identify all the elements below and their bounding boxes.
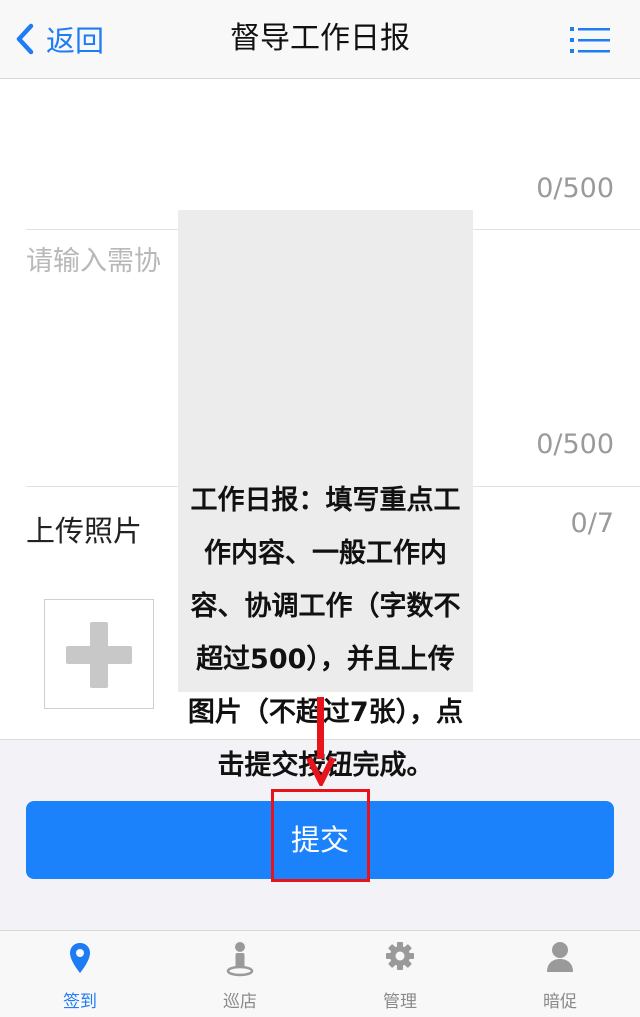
annotation-arrow-shaft xyxy=(317,697,324,759)
person-on-spot-icon xyxy=(226,942,254,977)
nav-bar: 返回 督导工作日报 xyxy=(0,0,640,79)
field2-counter: 0/500 xyxy=(536,429,614,460)
tab-bar: 签到 巡店 管理 暗促 xyxy=(0,930,640,1017)
user-icon xyxy=(547,942,573,972)
tab-manage[interactable]: 管理 xyxy=(320,931,480,1017)
add-photo-button[interactable] xyxy=(44,599,154,709)
list-menu-icon[interactable] xyxy=(570,24,610,56)
upload-counter: 0/7 xyxy=(570,508,614,539)
coordination-work-textarea[interactable]: 请输入需协 xyxy=(26,239,176,279)
annotation-highlight-box xyxy=(271,789,370,882)
tab-store-visit[interactable]: 巡店 xyxy=(160,931,320,1017)
tab-mystery-promo[interactable]: 暗促 xyxy=(480,931,640,1017)
tab-label: 暗促 xyxy=(543,992,577,1012)
gear-icon xyxy=(386,942,414,970)
tab-label: 巡店 xyxy=(223,992,257,1012)
location-pin-icon xyxy=(70,943,90,973)
field1-counter: 0/500 xyxy=(536,173,614,204)
annotation-arrow-icon xyxy=(306,756,336,786)
page-title: 督导工作日报 xyxy=(230,21,410,56)
tab-label: 签到 xyxy=(63,992,97,1012)
upload-photo-label: 上传照片 xyxy=(26,514,143,548)
instruction-text: 工作日报：填写重点工作内容、一般工作内容、协调工作（字数不超过500），并且上传… xyxy=(187,485,464,781)
tab-checkin[interactable]: 签到 xyxy=(0,931,160,1017)
instruction-overlay: 工作日报：填写重点工作内容、一般工作内容、协调工作（字数不超过500），并且上传… xyxy=(178,210,473,781)
tab-label: 管理 xyxy=(383,992,417,1012)
